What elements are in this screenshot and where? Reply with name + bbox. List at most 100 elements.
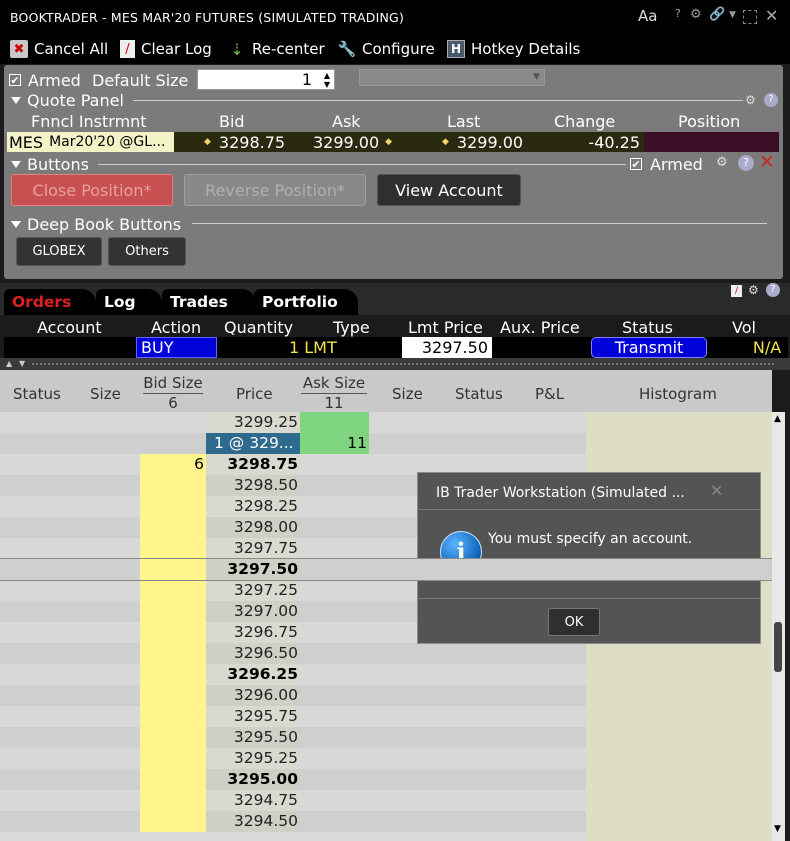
settings-icon[interactable]: ⚙ (748, 283, 759, 297)
help-icon[interactable]: ? (766, 283, 780, 297)
price-cell[interactable]: 3295.25 (206, 748, 300, 769)
bid-size-cell[interactable] (140, 685, 206, 706)
quote-panel-header[interactable]: Quote Panel (11, 91, 124, 110)
col-header-ask-size[interactable]: Ask Size (301, 374, 367, 394)
price-cell[interactable]: 3296.75 (206, 622, 300, 643)
gear-icon[interactable]: ⚙ (690, 7, 702, 22)
price-cell[interactable]: 1 @ 329... (206, 433, 300, 454)
bid-size-cell[interactable] (140, 496, 206, 517)
order-row[interactable]: BUY 1 LMT 3297.50 Transmit N/A (4, 337, 788, 358)
size-stepper-icon[interactable]: ▲ ▼ (324, 71, 330, 89)
quote-row[interactable]: MES Mar20'20 @GL... ◆ 3298.75 3299.00 ◆ … (7, 132, 779, 152)
collapse-triangle-icon[interactable] (11, 220, 21, 228)
price-cell[interactable]: 3295.75 (206, 706, 300, 727)
price-cell[interactable]: 3296.50 (206, 643, 300, 664)
tab-portfolio[interactable]: Portfolio (254, 289, 358, 315)
clear-log-button[interactable]: / Clear Log (120, 38, 212, 60)
price-cell[interactable]: 3297.50 (206, 559, 300, 580)
close-icon[interactable]: ✕ (765, 6, 778, 25)
collapse-up-icon[interactable]: ▲ (6, 359, 12, 368)
settings-icon[interactable]: ⚙ (716, 155, 728, 170)
bid-size-cell[interactable] (140, 643, 206, 664)
configure-button[interactable]: 🔧 Configure (338, 38, 435, 60)
re-center-button[interactable]: ⇣ Re-center (228, 38, 324, 60)
col-header-bid-size[interactable]: Bid Size (143, 374, 203, 394)
bid-size-cell[interactable] (140, 769, 206, 790)
order-vol-cell[interactable]: N/A (746, 337, 788, 358)
tab-orders[interactable]: Orders (4, 289, 96, 315)
ask-size-cell[interactable] (300, 412, 369, 433)
price-cell[interactable]: 3294.75 (206, 790, 300, 811)
bid-size-cell[interactable]: 6 (140, 454, 206, 475)
bid-size-cell[interactable] (140, 559, 206, 580)
ladder-row[interactable]: 3297.50 (0, 558, 772, 581)
armed-checkbox-row[interactable]: ✔ Armed (9, 71, 81, 90)
hotkey-details-button[interactable]: H Hotkey Details (447, 38, 580, 60)
price-cell[interactable]: 3298.25 (206, 496, 300, 517)
instrument-cell[interactable]: MES Mar20'20 @GL... (7, 132, 174, 152)
bid-size-cell[interactable] (140, 664, 206, 685)
settings-icon[interactable]: ⚙ (745, 93, 756, 107)
remove-icon[interactable]: ✕ (759, 151, 775, 173)
scroll-up-icon[interactable]: ▲ (774, 414, 781, 424)
price-cell[interactable]: 3296.25 (206, 664, 300, 685)
globex-button[interactable]: GLOBEX (16, 237, 102, 266)
price-cell[interactable]: 3298.75 (206, 454, 300, 475)
price-cell[interactable]: 3297.75 (206, 538, 300, 559)
reverse-position-button[interactable]: Reverse Position* (184, 174, 366, 206)
order-account-cell[interactable] (4, 337, 136, 358)
help-icon[interactable]: ? (764, 93, 778, 107)
order-lmt-price-cell[interactable]: 3297.50 (402, 337, 492, 358)
order-action-cell[interactable]: BUY (136, 337, 217, 358)
others-button[interactable]: Others (108, 237, 186, 266)
close-icon[interactable]: ✕ (710, 481, 723, 500)
deep-book-header[interactable]: Deep Book Buttons (11, 215, 181, 234)
ask-cell[interactable]: 3299.00 ◆ (289, 132, 404, 152)
view-account-button[interactable]: View Account (377, 174, 521, 206)
price-cell[interactable]: 3295.50 (206, 727, 300, 748)
buttons-armed-row[interactable]: ✔ Armed (630, 155, 703, 174)
bid-size-cell[interactable] (140, 538, 206, 559)
bid-size-cell[interactable] (140, 706, 206, 727)
close-position-button[interactable]: Close Position* (11, 174, 173, 206)
collapse-triangle-icon[interactable] (11, 160, 21, 168)
clear-icon[interactable]: / (731, 285, 742, 297)
bid-size-cell[interactable] (140, 622, 206, 643)
price-cell[interactable]: 3299.25 (206, 412, 300, 433)
book-splitter[interactable]: ▲ ▼ (0, 358, 790, 370)
bid-size-cell[interactable] (140, 475, 206, 496)
price-cell[interactable]: 3297.25 (206, 580, 300, 601)
scrollbar-thumb[interactable] (774, 622, 782, 672)
default-size-input[interactable]: 1 ▲ ▼ (197, 69, 335, 90)
font-size-icon[interactable]: Aa (638, 7, 657, 25)
tab-log[interactable]: Log (96, 289, 162, 315)
bid-size-cell[interactable] (140, 517, 206, 538)
bid-cell[interactable]: ◆ 3298.75 (174, 132, 289, 152)
position-cell[interactable] (644, 132, 779, 152)
ok-button[interactable]: OK (548, 608, 600, 636)
armed-checkbox[interactable]: ✔ (9, 74, 21, 86)
order-aux-price-cell[interactable] (494, 337, 590, 358)
order-quantity-type-cell[interactable]: 1 LMT (217, 337, 402, 358)
change-cell[interactable]: -40.25 (534, 132, 644, 152)
help-icon[interactable]: ? (675, 7, 681, 20)
account-dropdown[interactable]: ▼ (359, 69, 545, 86)
bid-size-cell[interactable] (140, 748, 206, 769)
detach-icon[interactable] (743, 10, 757, 24)
price-cell[interactable]: 3294.50 (206, 811, 300, 832)
bid-size-cell[interactable] (140, 601, 206, 622)
scroll-down-icon[interactable]: ▼ (774, 824, 781, 834)
link-icon[interactable]: 🔗 (709, 7, 725, 22)
price-cell[interactable]: 3297.00 (206, 601, 300, 622)
last-cell[interactable]: ◆ 3299.00 (404, 132, 534, 152)
bid-size-cell[interactable] (140, 580, 206, 601)
bid-size-cell[interactable] (140, 811, 206, 832)
tab-trades[interactable]: Trades (162, 289, 256, 315)
buttons-armed-checkbox[interactable]: ✔ (630, 158, 642, 170)
collapse-triangle-icon[interactable] (11, 96, 21, 104)
price-cell[interactable]: 3295.00 (206, 769, 300, 790)
price-cell[interactable]: 3298.00 (206, 517, 300, 538)
help-icon[interactable]: ? (738, 155, 754, 171)
bid-size-cell[interactable] (140, 790, 206, 811)
chevron-down-icon[interactable]: ▼ (729, 10, 736, 20)
